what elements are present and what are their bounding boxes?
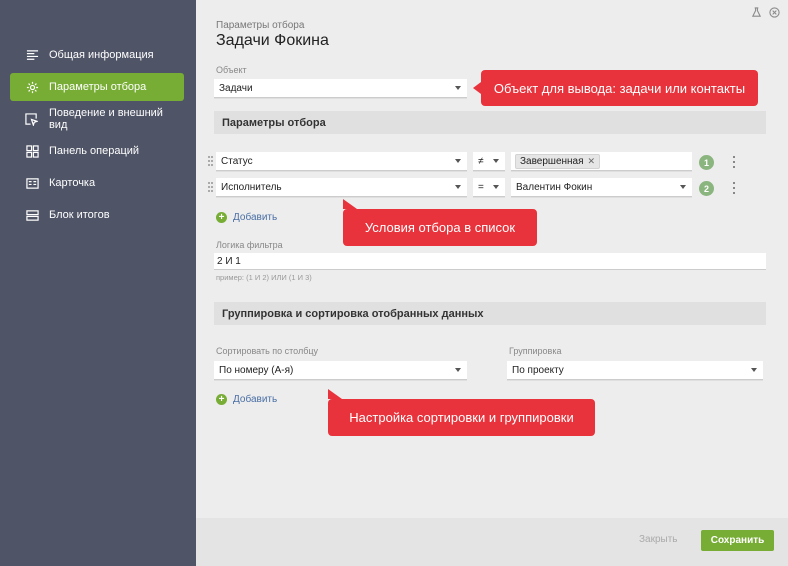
chevron-down-icon [455,86,461,90]
chevron-down-icon [455,185,461,189]
filter-logic-hint: пример: (1 И 2) ИЛИ (1 И 3) [216,273,312,282]
condition-operator-value: = [478,181,484,193]
list-icon [25,48,39,62]
sidebar-item-label: Блок итогов [49,209,110,221]
sidebar-item-label: Поведение и внешний вид [48,107,163,131]
save-button[interactable]: Сохранить [701,530,774,551]
group-label: Группировка [509,346,562,356]
close-button[interactable]: Закрыть [639,534,678,545]
window-controls [750,6,780,18]
condition-value-select[interactable]: Валентин Фокин [511,178,692,197]
group-select[interactable]: По проекту [507,361,763,380]
add-condition-button[interactable]: + Добавить [216,212,277,223]
chevron-down-icon [680,185,686,189]
drag-handle-icon[interactable] [208,156,214,168]
sort-label: Сортировать по столбцу [216,346,319,356]
flask-icon[interactable] [750,6,762,18]
more-options-icon[interactable] [731,181,737,195]
callout-object: Объект для вывода: задачи или контакты [473,70,758,106]
sort-value: По номеру (А-я) [219,364,294,376]
value-tag-label: Завершенная [520,155,584,167]
condition-field-value: Статус [221,155,253,167]
close-icon[interactable] [768,6,780,18]
main-panel: Параметры отбора Задачи Фокина Объект За… [196,0,788,518]
group-value: По проекту [512,364,564,376]
filter-logic-value: 2 И 1 [217,255,241,267]
condition-field-select[interactable]: Исполнитель [216,178,467,197]
callout-sorting: Настройка сортировки и группировки [328,389,595,436]
object-label: Объект [216,65,247,75]
cursor-window-icon [25,112,39,126]
callout-conditions: Условия отбора в список [343,199,537,246]
sidebar-item-label: Общая информация [49,49,154,61]
chevron-down-icon [455,159,461,163]
condition-field-value: Исполнитель [221,181,282,193]
chevron-down-icon [493,159,499,163]
condition-field-select[interactable]: Статус [216,152,467,171]
sidebar-item-label: Карточка [49,177,96,189]
sidebar-item-operations-panel[interactable]: Панель операций [10,137,184,165]
footer-bar: Закрыть Сохранить [196,518,788,566]
page-title: Задачи Фокина [216,32,329,49]
condition-value-input[interactable]: Завершенная ✕ [511,152,692,171]
sidebar-item-card[interactable]: Карточка [10,169,184,197]
breadcrumb: Параметры отбора [216,20,305,31]
condition-operator-select[interactable]: = [473,178,505,197]
add-sorting-button[interactable]: + Добавить [216,394,277,405]
grouping-section-header: Группировка и сортировка отобранных данн… [214,302,766,325]
sidebar: Общая информация Параметры отбора Поведе… [0,0,196,566]
condition-operator-value: ≠ [478,155,484,167]
object-select[interactable]: Задачи [214,79,467,98]
condition-operator-select[interactable]: ≠ [473,152,505,171]
condition-number-badge: 1 [699,155,714,170]
gear-icon [25,80,39,94]
plus-icon: + [216,394,227,405]
chevron-down-icon [455,368,461,372]
sidebar-item-totals[interactable]: Блок итогов [10,201,184,229]
card-icon [25,176,39,190]
chevron-down-icon [493,185,499,189]
sort-select[interactable]: По номеру (А-я) [214,361,467,380]
chevron-down-icon [751,368,757,372]
more-options-icon[interactable] [731,155,737,169]
sidebar-item-behavior[interactable]: Поведение и внешний вид [10,105,184,133]
sidebar-item-general-info[interactable]: Общая информация [10,41,184,69]
add-condition-label: Добавить [233,212,278,223]
filter-logic-label: Логика фильтра [216,240,283,250]
drag-handle-icon[interactable] [208,182,214,194]
sidebar-item-filter-params[interactable]: Параметры отбора [10,73,184,101]
condition-value: Валентин Фокин [516,181,593,193]
totals-icon [25,208,39,222]
remove-tag-icon[interactable]: ✕ [588,156,596,167]
add-sorting-label: Добавить [233,394,278,405]
sidebar-item-label: Панель операций [49,145,140,157]
filter-section-header: Параметры отбора [214,111,766,134]
object-select-value: Задачи [219,82,253,94]
grid-icon [25,144,39,158]
condition-number-badge: 2 [699,181,714,196]
filter-logic-input[interactable]: 2 И 1 [214,253,766,270]
value-tag: Завершенная ✕ [515,153,601,169]
sidebar-item-label: Параметры отбора [49,81,147,93]
plus-icon: + [216,212,227,223]
